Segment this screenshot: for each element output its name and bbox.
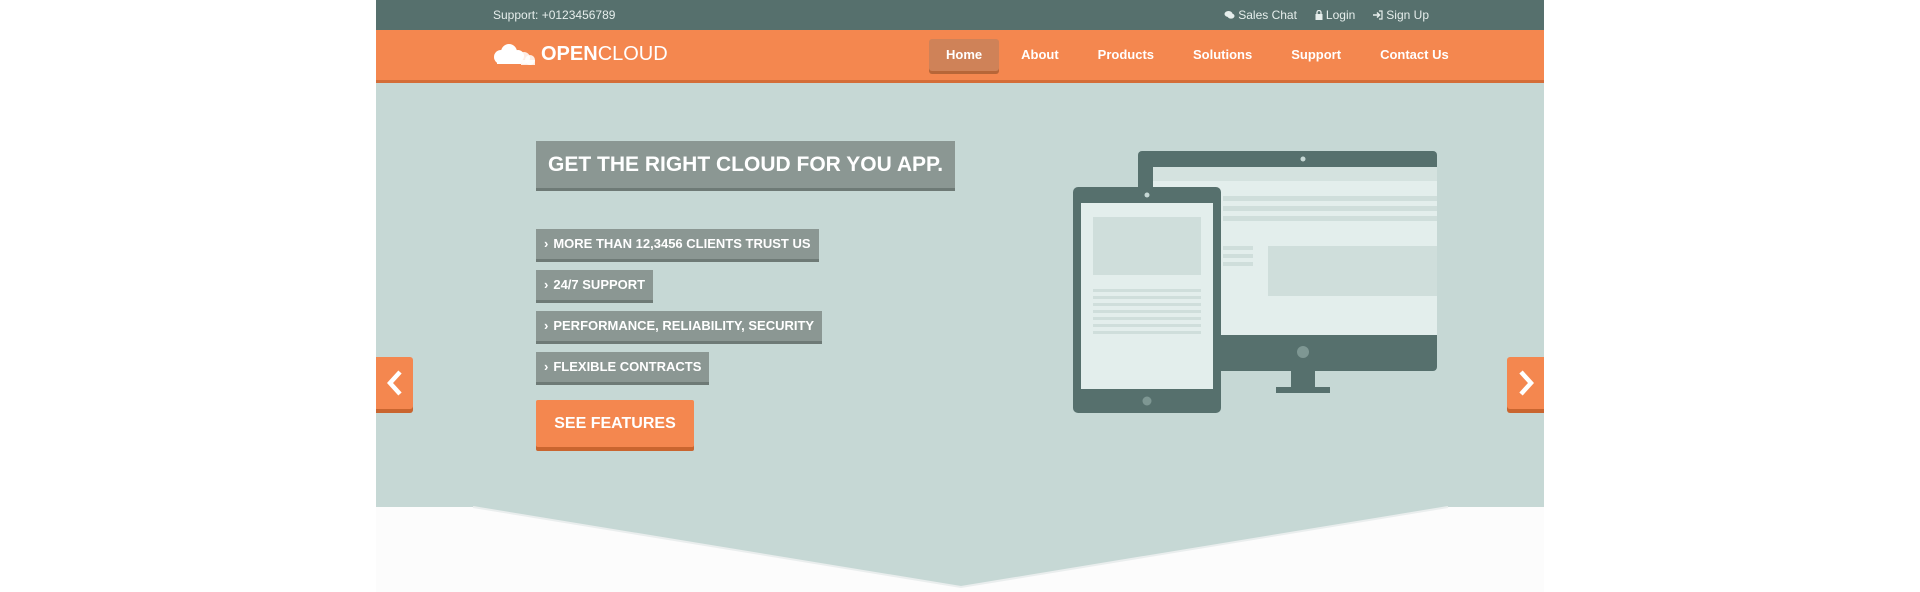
chevron-right-icon: › [544, 277, 549, 292]
nav-home[interactable]: Home [929, 39, 1000, 71]
chevron-right-icon [1518, 370, 1534, 396]
nav-support[interactable]: Support [1274, 39, 1358, 71]
slider-next-button[interactable] [1507, 357, 1544, 409]
top-links: Sales Chat Login Sign Up [1224, 8, 1429, 22]
hero-headline: GET THE RIGHT CLOUD FOR YOU APP. [536, 141, 956, 188]
hero-arrow-divider [376, 505, 1544, 589]
chat-icon [1224, 11, 1235, 19]
slider-prev-button[interactable] [376, 357, 413, 409]
nav-about[interactable]: About [1004, 39, 1076, 71]
nav-products[interactable]: Products [1081, 39, 1171, 71]
chevron-right-icon: › [544, 359, 549, 374]
feature-label: PERFORMANCE, RELIABILITY, SECURITY [553, 318, 815, 333]
login-link[interactable]: Login [1315, 8, 1355, 22]
chevron-right-icon: › [544, 318, 549, 333]
sign-up-label: Sign Up [1386, 8, 1429, 22]
see-features-button[interactable]: SEE FEATURES [536, 400, 694, 447]
nav-contact-us[interactable]: Contact Us [1363, 39, 1466, 71]
login-label: Login [1325, 8, 1356, 22]
feature-item: › FLEXIBLE CONTRACTS [536, 352, 710, 382]
support-phone: Support: +0123456789 [493, 8, 616, 22]
top-bar: Support: +0123456789 Sales Chat Login Si… [376, 0, 1544, 30]
feature-label: 24/7 SUPPORT [553, 277, 646, 292]
chevron-left-icon [386, 370, 402, 396]
feature-item: › PERFORMANCE, RELIABILITY, SECURITY [536, 311, 823, 341]
sales-chat-label: Sales Chat [1238, 8, 1297, 22]
sign-in-icon [1373, 10, 1383, 20]
devices-illustration [1073, 151, 1437, 413]
hero-slider: GET THE RIGHT CLOUD FOR YOU APP. › MORE … [376, 83, 1544, 505]
chevron-right-icon: › [544, 236, 549, 251]
nav-solutions[interactable]: Solutions [1176, 39, 1269, 71]
brand-logo[interactable]: OPENCLOUD [491, 42, 668, 66]
sales-chat-link[interactable]: Sales Chat [1224, 8, 1297, 22]
page: Support: +0123456789 Sales Chat Login Si… [376, 0, 1544, 592]
nav-menu: Home About Products Solutions Support Co… [929, 39, 1471, 71]
lock-icon [1315, 10, 1323, 20]
feature-label: FLEXIBLE CONTRACTS [553, 359, 702, 374]
main-navbar: OPENCLOUD Home About Products Solutions … [376, 30, 1544, 83]
feature-item: › 24/7 SUPPORT [536, 270, 654, 300]
sign-up-link[interactable]: Sign Up [1373, 8, 1429, 22]
brand-name: OPENCLOUD [541, 42, 668, 65]
feature-item: › MORE THAN 12,3456 CLIENTS TRUST US [536, 229, 819, 259]
feature-label: MORE THAN 12,3456 CLIENTS TRUST US [553, 236, 811, 251]
cloud-icon [494, 44, 535, 65]
